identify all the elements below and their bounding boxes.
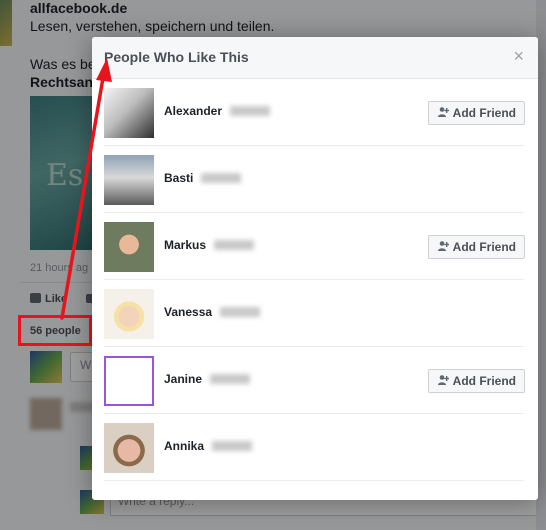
profile-photo[interactable]	[104, 222, 154, 272]
add-friend-icon	[437, 107, 449, 117]
redacted-surname	[230, 106, 271, 116]
people-who-like-dialog: People Who Like This × Alexander Add Frie…	[92, 37, 538, 500]
person-first-name: Annika	[164, 439, 205, 453]
person-row: Alexander Add Friend	[104, 79, 525, 146]
person-row: Janine Add Friend	[104, 347, 525, 414]
add-friend-icon	[437, 241, 449, 251]
add-friend-button[interactable]: Add Friend	[427, 369, 525, 393]
person-row: Markus Add Friend	[104, 213, 525, 280]
add-friend-button[interactable]: Add Friend	[427, 101, 525, 125]
add-friend-label: Add Friend	[452, 106, 516, 120]
redacted-surname	[210, 374, 251, 384]
dialog-header: People Who Like This ×	[92, 37, 538, 79]
person-name-link[interactable]: Alexander	[164, 104, 271, 118]
add-friend-label: Add Friend	[452, 240, 516, 254]
profile-photo[interactable]	[104, 155, 154, 205]
person-first-name: Markus	[164, 238, 207, 252]
profile-photo[interactable]	[104, 356, 154, 406]
person-name-link[interactable]: Vanessa	[164, 305, 261, 319]
profile-photo[interactable]	[104, 423, 154, 473]
person-row: Annika	[104, 414, 524, 481]
person-first-name: Alexander	[164, 104, 223, 118]
person-row: Vanessa	[104, 280, 524, 347]
person-first-name: Basti	[164, 171, 194, 185]
add-friend-button[interactable]: Add Friend	[427, 235, 525, 259]
people-list: Alexander Add Friend Basti Markus Add Friend…	[92, 79, 538, 481]
profile-photo[interactable]	[104, 289, 154, 339]
add-friend-icon	[437, 375, 449, 385]
annotation-highlight-box	[18, 315, 92, 346]
close-icon[interactable]: ×	[513, 46, 524, 66]
person-row: Basti	[104, 146, 524, 213]
redacted-surname	[212, 441, 253, 451]
redacted-surname	[214, 240, 255, 250]
person-first-name: Janine	[164, 372, 203, 386]
profile-photo[interactable]	[104, 88, 154, 138]
person-first-name: Vanessa	[164, 305, 213, 319]
person-name-link[interactable]: Markus	[164, 238, 255, 252]
add-friend-label: Add Friend	[452, 374, 516, 388]
person-name-link[interactable]: Basti	[164, 171, 242, 185]
person-name-link[interactable]: Janine	[164, 372, 251, 386]
dialog-title: People Who Like This	[104, 49, 249, 65]
person-name-link[interactable]: Annika	[164, 439, 253, 453]
redacted-surname	[201, 173, 242, 183]
redacted-surname	[220, 307, 261, 317]
